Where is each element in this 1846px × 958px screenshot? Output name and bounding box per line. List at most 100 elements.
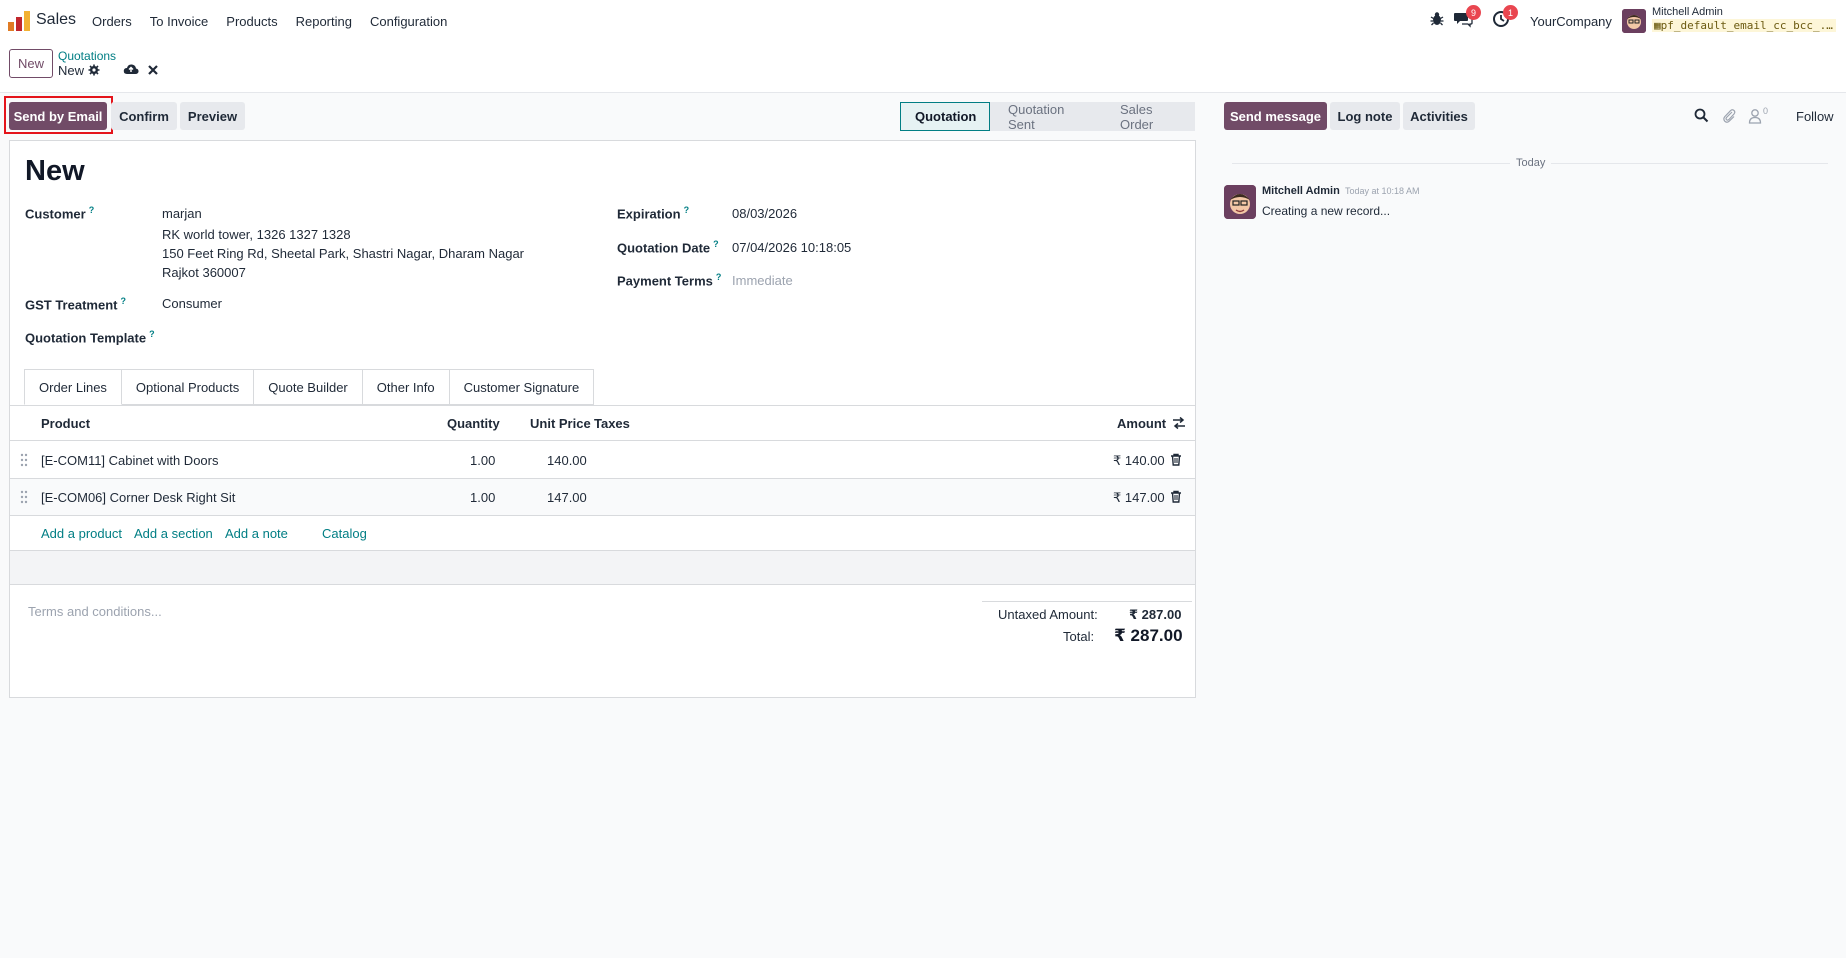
tab-other-info[interactable]: Other Info [362, 369, 450, 405]
menu-to-invoice[interactable]: To Invoice [150, 14, 209, 29]
add-section-link[interactable]: Add a section [134, 526, 213, 541]
drag-handle-icon[interactable] [20, 453, 28, 467]
message-body: Creating a new record... [1262, 204, 1391, 218]
messages-badge: 9 [1466, 5, 1481, 20]
expiration-help-icon[interactable]: ? [684, 205, 690, 215]
template-help-icon[interactable]: ? [149, 329, 155, 339]
untaxed-amount-label: Untaxed Amount: [998, 607, 1098, 622]
new-record-button[interactable]: New [9, 49, 53, 78]
quotation-date-label-text: Quotation Date [617, 240, 711, 256]
customer-label: Customer? [25, 205, 94, 221]
preview-button[interactable]: Preview [180, 102, 245, 130]
expiration-field[interactable]: 08/03/2026 [732, 206, 797, 221]
customer-help-icon[interactable]: ? [89, 205, 95, 215]
gst-label-text: GST Treatment [25, 297, 118, 313]
discard-close-icon[interactable] [148, 65, 158, 75]
form-sheet: New Customer? marjan RK world tower, 132… [9, 140, 1196, 698]
confirm-button[interactable]: Confirm [111, 102, 177, 130]
message-author-avatar[interactable] [1224, 185, 1256, 219]
tab-order-lines[interactable]: Order Lines [24, 369, 122, 405]
message-author[interactable]: Mitchell Admin [1262, 185, 1340, 197]
activities-badge: 1 [1503, 5, 1518, 20]
column-product[interactable]: Product [41, 416, 90, 431]
notebook-tabs: Order Lines Optional Products Quote Buil… [24, 369, 595, 405]
line-product[interactable]: [E-COM11] Cabinet with Doors [41, 453, 219, 468]
catalog-link[interactable]: Catalog [322, 526, 367, 541]
gst-treatment-field[interactable]: Consumer [162, 296, 222, 311]
column-amount[interactable]: Amount [1117, 416, 1166, 431]
activities-tray[interactable]: 1 [1492, 5, 1518, 28]
table-row[interactable]: [E-COM06] Corner Desk Right Sit 1.00 147… [10, 479, 1195, 516]
trash-icon[interactable] [1170, 490, 1182, 503]
menu-orders[interactable]: Orders [92, 14, 132, 29]
payment-terms-help-icon[interactable]: ? [716, 272, 722, 282]
activities-button[interactable]: Activities [1403, 102, 1475, 130]
follow-button[interactable]: Follow [1796, 109, 1834, 124]
column-taxes[interactable]: Taxes [594, 416, 630, 431]
line-product[interactable]: [E-COM06] Corner Desk Right Sit [41, 490, 235, 505]
avatar-face-icon [1622, 9, 1646, 33]
quotation-template-label: Quotation Template? [25, 329, 155, 345]
tab-quote-builder[interactable]: Quote Builder [254, 369, 363, 405]
customer-field[interactable]: marjan [162, 206, 202, 221]
database-name: ▦pf_default_email_cc_bcc_... [1652, 19, 1836, 32]
record-title: New [25, 155, 85, 187]
add-product-link[interactable]: Add a product [41, 526, 122, 541]
stage-sales-order[interactable]: Sales Order [1102, 102, 1195, 132]
stage-quotation-sent[interactable]: Quotation Sent [990, 102, 1102, 132]
untaxed-amount-value: ₹ 287.00 [1129, 607, 1182, 622]
tab-customer-signature[interactable]: Customer Signature [449, 369, 595, 405]
line-quantity[interactable]: 1.00 [470, 453, 495, 468]
breadcrumb-current: New [58, 63, 85, 78]
template-label-text: Quotation Template [25, 330, 147, 346]
search-icon[interactable] [1694, 108, 1709, 123]
stage-quotation[interactable]: Quotation [900, 102, 990, 131]
customer-address-line1: RK world tower, 1326 1327 1328 [162, 227, 351, 242]
quotation-date-help-icon[interactable]: ? [713, 239, 719, 249]
control-panel: New Quotations New [0, 41, 1846, 93]
author-face-icon [1224, 185, 1256, 219]
breadcrumb-quotations[interactable]: Quotations [58, 49, 116, 63]
optional-columns-toggle-icon[interactable] [1172, 416, 1186, 430]
table-row[interactable]: [E-COM11] Cabinet with Doors 1.00 140.00… [10, 442, 1195, 479]
tab-optional-products[interactable]: Optional Products [121, 369, 255, 405]
messages-tray[interactable]: 9 [1453, 5, 1481, 28]
gst-treatment-label: GST Treatment? [25, 296, 126, 312]
column-unit-price[interactable]: Unit Price [530, 416, 591, 431]
table-footer-band [10, 550, 1195, 585]
save-cloud-icon[interactable] [123, 63, 139, 76]
line-quantity[interactable]: 1.00 [470, 490, 495, 505]
expiration-label-text: Expiration [617, 206, 681, 222]
line-unit-price[interactable]: 147.00 [547, 490, 587, 505]
menu-products[interactable]: Products [226, 14, 277, 29]
menu-configuration[interactable]: Configuration [370, 14, 447, 29]
form-action-bar: Send by Email Confirm Preview Quotation … [0, 93, 1846, 139]
drag-handle-icon[interactable] [20, 490, 28, 504]
line-unit-price[interactable]: 140.00 [547, 453, 587, 468]
debug-bug-icon[interactable] [1428, 10, 1446, 28]
followers-icon[interactable] [1748, 108, 1762, 124]
send-by-email-button[interactable]: Send by Email [9, 102, 107, 130]
terms-conditions-input[interactable]: Terms and conditions... [28, 604, 162, 619]
quotation-date-field[interactable]: 07/04/2026 10:18:05 [732, 240, 851, 255]
payment-terms-field[interactable]: Immediate [732, 273, 793, 288]
user-avatar[interactable] [1622, 9, 1646, 33]
add-note-link[interactable]: Add a note [225, 526, 288, 541]
app-name[interactable]: Sales [36, 11, 76, 29]
quotation-date-label: Quotation Date? [617, 239, 719, 255]
sales-app-icon[interactable] [8, 11, 30, 31]
company-switcher[interactable]: YourCompany [1530, 14, 1612, 29]
column-quantity[interactable]: Quantity [447, 416, 500, 431]
table-header: Product Quantity Unit Price Taxes Amount [10, 405, 1195, 441]
line-amount: ₹ 140.00 [1113, 453, 1165, 468]
gear-icon[interactable] [88, 64, 100, 76]
user-name[interactable]: Mitchell Admin [1652, 6, 1723, 18]
total-value: ₹ 287.00 [1114, 626, 1183, 645]
trash-icon[interactable] [1170, 453, 1182, 466]
payment-terms-label-text: Payment Terms [617, 273, 713, 289]
menu-reporting[interactable]: Reporting [296, 14, 352, 29]
log-note-button[interactable]: Log note [1330, 102, 1400, 130]
send-message-button[interactable]: Send message [1224, 102, 1327, 130]
gst-help-icon[interactable]: ? [120, 296, 126, 306]
paperclip-icon[interactable] [1722, 108, 1736, 124]
